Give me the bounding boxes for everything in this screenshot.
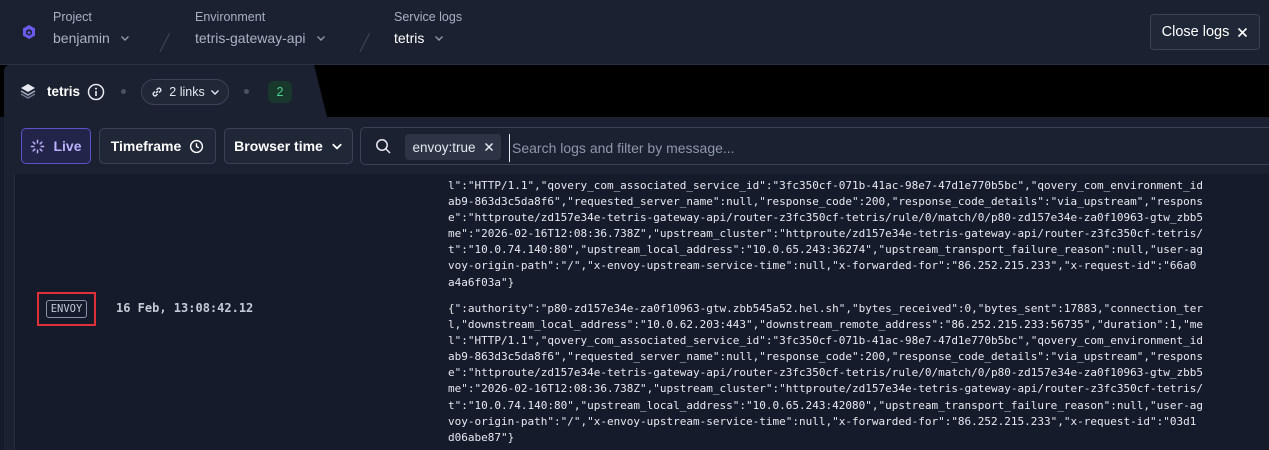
close-logs-label: Close logs xyxy=(1161,24,1230,40)
log-source-badge: ENVOY xyxy=(45,300,88,318)
log-gutter xyxy=(4,174,15,450)
close-icon xyxy=(1238,27,1248,37)
log-line: {":authority":"p80-zd157e34e-za0f10963-g… xyxy=(448,302,1203,315)
log-line: d06abe87"} xyxy=(448,430,515,444)
info-icon[interactable] xyxy=(87,83,105,101)
breadcrumb-service-label: Service logs xyxy=(394,10,463,24)
separator-dot xyxy=(244,89,249,94)
breadcrumb-environment-value: tetris-gateway-api xyxy=(195,30,306,46)
search-icon xyxy=(376,139,391,154)
log-line: t":"10.0.74.140:80","upstream_local_addr… xyxy=(448,398,1203,412)
log-line: l":"HTTP/1.1","qovery_com_associated_ser… xyxy=(448,334,1203,348)
log-line: ab9-863d3c5da8f6","requested_server_name… xyxy=(448,195,1203,209)
service-tab-bar: tetris 2 links 2 xyxy=(0,65,1269,117)
logs-toolbar: Live Timeframe Browser time envoy:true xyxy=(4,117,1269,174)
remove-filter-icon[interactable] xyxy=(484,142,494,152)
browser-time-label: Browser time xyxy=(234,138,323,154)
log-entry-message[interactable]: {":authority":"p80-zd157e34e-za0f10963-g… xyxy=(448,301,1203,446)
breadcrumb-service[interactable]: Service logs tetris xyxy=(394,10,462,46)
breadcrumb-project-value: benjamin xyxy=(53,30,110,46)
breadcrumb-separator: ╱ xyxy=(160,35,170,52)
log-timestamp: 16 Feb, 13:08:42.12 xyxy=(116,301,254,315)
log-search-bar[interactable]: envoy:true xyxy=(360,127,1269,165)
chevron-down-icon xyxy=(316,36,325,41)
log-list: l":"HTTP/1.1","qovery_com_associated_ser… xyxy=(4,174,1269,450)
breadcrumb-environment[interactable]: Environment tetris-gateway-api xyxy=(195,10,326,46)
loading-spinner-icon xyxy=(31,139,45,153)
filter-chip-label: envoy:true xyxy=(412,139,476,155)
timeframe-label: Timeframe xyxy=(110,138,182,154)
chevron-down-icon xyxy=(120,36,129,41)
log-line: a4a6f03a"} xyxy=(448,275,515,289)
log-line: me":"2026-02-16T12:08:36.738Z","upstream… xyxy=(448,227,1203,241)
chevron-down-icon xyxy=(435,36,444,41)
timeframe-button[interactable]: Timeframe xyxy=(99,128,216,164)
chevron-down-icon xyxy=(332,143,342,150)
breadcrumb-environment-label: Environment xyxy=(195,10,266,24)
breadcrumb-service-value: tetris xyxy=(394,30,425,46)
log-line: ab9-863d3c5da8f6","requested_server_name… xyxy=(448,350,1203,364)
links-dropdown[interactable]: 2 links xyxy=(141,79,229,105)
live-button[interactable]: Live xyxy=(21,128,91,164)
search-input[interactable] xyxy=(509,134,1214,162)
layers-icon xyxy=(20,84,36,99)
clock-icon xyxy=(190,139,204,153)
close-logs-button[interactable]: Close logs xyxy=(1150,14,1260,50)
log-line: l":"HTTP/1.1","qovery_com_associated_ser… xyxy=(448,179,1203,192)
tab-tetris-label: tetris xyxy=(47,84,81,99)
log-line: l,"downstream_local_address":"10.0.62.20… xyxy=(448,318,1203,332)
instance-count-badge: 2 xyxy=(268,81,292,103)
tab-tetris[interactable]: tetris 2 links 2 xyxy=(4,65,327,117)
link-icon xyxy=(152,87,162,97)
qovery-logo-icon xyxy=(23,25,35,39)
breadcrumb-separator: ╱ xyxy=(360,35,370,52)
chevron-down-icon xyxy=(210,90,219,95)
log-line: e":"httproute/zd157e34e-tetris-gateway-a… xyxy=(448,211,1203,225)
log-line: voy-origin-path":"/","x-envoy-upstream-s… xyxy=(448,414,1197,428)
breadcrumb-project[interactable]: Project benjamin xyxy=(53,10,130,46)
separator-dot xyxy=(121,89,126,94)
log-source-highlight: ENVOY xyxy=(37,292,96,326)
log-entry-message[interactable]: l":"HTTP/1.1","qovery_com_associated_ser… xyxy=(448,178,1203,291)
log-line: me":"2026-02-16T12:08:36.738Z","upstream… xyxy=(448,382,1203,396)
links-label: 2 links xyxy=(169,85,205,99)
top-header: Project benjamin ╱ Environment tetris-ga… xyxy=(0,0,1269,65)
breadcrumb-project-label: Project xyxy=(53,10,92,24)
filter-chip[interactable]: envoy:true xyxy=(405,134,501,160)
log-line: voy-origin-path":"/","x-envoy-upstream-s… xyxy=(448,259,1197,273)
log-line: t":"10.0.74.140:80","upstream_local_addr… xyxy=(448,243,1203,257)
live-label: Live xyxy=(53,138,82,154)
browser-time-dropdown[interactable]: Browser time xyxy=(224,128,353,164)
log-line: e":"httproute/zd157e34e-tetris-gateway-a… xyxy=(448,366,1203,380)
